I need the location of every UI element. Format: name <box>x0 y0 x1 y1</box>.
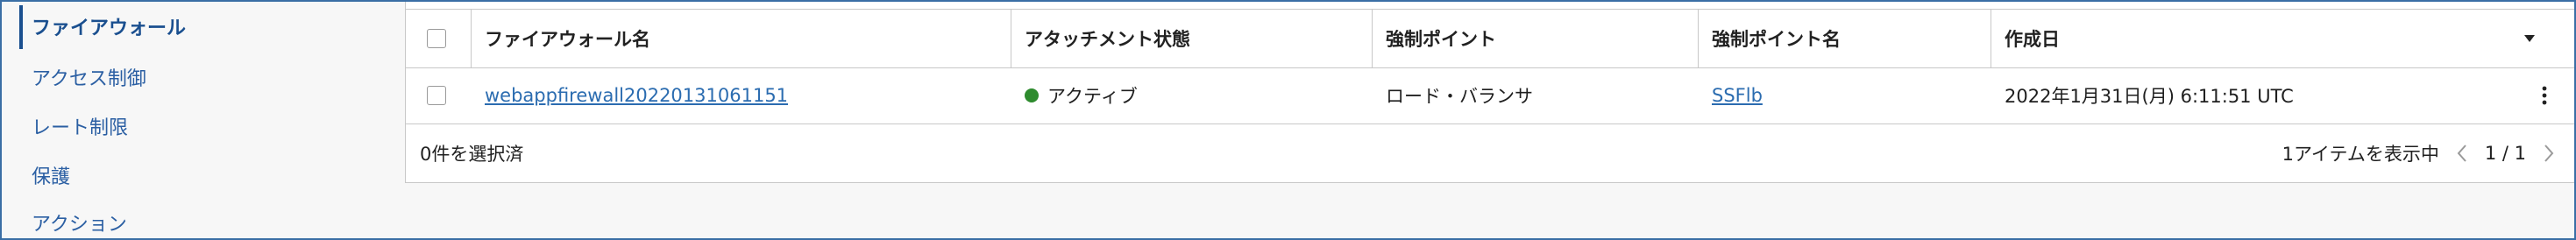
active-indicator <box>19 5 23 49</box>
pagination: 1アイテムを表示中 1 / 1 <box>2282 124 2559 182</box>
row-select-cell <box>406 67 471 124</box>
select-all-cell <box>406 10 471 67</box>
sidebar-item-action[interactable]: アクション <box>32 208 127 236</box>
enforcement-point-name-link[interactable]: SSFlb <box>1712 85 1763 106</box>
firewall-name-link[interactable]: webappfirewall20220131061151 <box>485 85 788 106</box>
next-page-button[interactable] <box>2538 140 2559 166</box>
sidebar-item-rate-limit[interactable]: レート制限 <box>32 112 128 140</box>
chevron-right-icon <box>2544 145 2554 162</box>
table-footer: 0件を選択済 1アイテムを表示中 1 / 1 <box>406 124 2574 182</box>
sidebar-item-protection[interactable]: 保護 <box>32 161 70 189</box>
cell-enforcement-point-name: SSFlb <box>1698 67 1991 124</box>
cell-attachment-state: アクティブ <box>1011 67 1372 124</box>
previous-page-button[interactable] <box>2452 140 2473 166</box>
column-header-created[interactable]: 作成日 <box>1991 10 2481 67</box>
column-header-attachment-state[interactable]: アタッチメント状態 <box>1011 10 1372 67</box>
cell-enforcement-point: ロード・バランサ <box>1386 86 1533 107</box>
selected-count: 0件を選択済 <box>420 144 524 165</box>
sidebar-item-firewall[interactable]: ファイアウォール <box>32 12 186 40</box>
row-checkbox[interactable] <box>427 86 446 105</box>
column-header-enforcement-point-name[interactable]: 強制ポイント名 <box>1698 10 1991 67</box>
cell-created: 2022年1月31日(月) 6:11:51 UTC <box>2005 86 2294 107</box>
chevron-left-icon <box>2457 145 2466 162</box>
status-text: アクティブ <box>1047 86 1138 107</box>
kebab-menu-icon <box>2542 86 2547 105</box>
items-showing: 1アイテムを表示中 <box>2281 144 2439 165</box>
sidebar-item-access-control[interactable]: アクセス制御 <box>32 63 146 91</box>
table-row: webappfirewall20220131061151 アクティブ ロード・バ… <box>406 67 2574 124</box>
sidebar: ファイアウォール アクセス制御 レート制限 保護 アクション <box>2 2 387 238</box>
table-header-row: ファイアウォール名 アタッチメント状態 強制ポイント 強制ポイント名 作成日 <box>406 9 2574 68</box>
row-actions-menu[interactable] <box>2518 67 2571 124</box>
sort-button[interactable] <box>2499 10 2560 67</box>
column-header-enforcement-point[interactable]: 強制ポイント <box>1372 10 1698 67</box>
column-header-name[interactable]: ファイアウォール名 <box>471 10 1011 67</box>
firewall-table: ファイアウォール名 アタッチメント状態 強制ポイント 強制ポイント名 作成日 w… <box>405 2 2574 183</box>
chevron-down-icon <box>2524 35 2535 42</box>
cell-name: webappfirewall20220131061151 <box>471 67 1011 124</box>
select-all-checkbox[interactable] <box>427 29 446 48</box>
app-frame: ファイアウォール アクセス制御 レート制限 保護 アクション ファイアウォール名… <box>0 0 2576 240</box>
page-indicator: 1 / 1 <box>2484 143 2526 164</box>
status-active-icon <box>1025 88 1039 102</box>
